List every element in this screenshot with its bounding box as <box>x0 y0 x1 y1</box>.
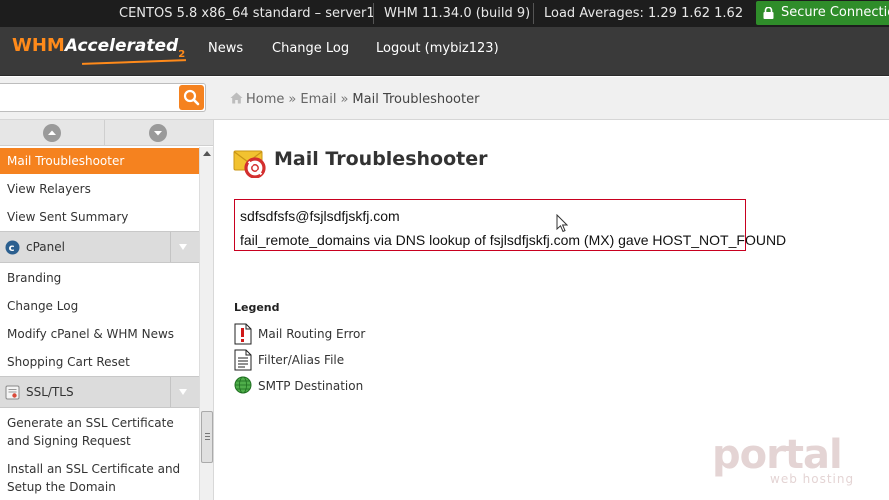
lock-icon <box>763 7 774 19</box>
result-message: fail_remote_domains via DNS lookup of fs… <box>240 232 787 248</box>
logo-whm-text: WHM <box>12 35 65 56</box>
legend-label: SMTP Destination <box>258 379 364 393</box>
sidebar-scroll-controls <box>0 120 213 146</box>
sidebar-item-shopping-cart-reset[interactable]: Shopping Cart Reset <box>0 349 199 375</box>
sidebar-group-cpanel[interactable]: c cPanel <box>0 231 199 263</box>
breadcrumb-separator: » <box>340 92 349 107</box>
group-label-ssl-tls: SSL/TLS <box>26 385 74 399</box>
cpanel-icon: c <box>5 240 20 255</box>
search-icon <box>183 89 200 106</box>
search-input[interactable] <box>0 84 175 111</box>
legend-label: Mail Routing Error <box>258 327 366 341</box>
chevron-down-icon <box>170 377 194 407</box>
group-label-cpanel: cPanel <box>26 240 65 254</box>
globe-icon <box>234 376 252 394</box>
sidebar-scroll-down-button[interactable] <box>105 120 209 146</box>
sidebar-item-generate-ssl[interactable]: Generate an SSL Certificate and Signing … <box>0 414 199 450</box>
sidebar-group-ssl-tls[interactable]: SSL/TLS <box>0 376 199 408</box>
sidebar-scroll-up-button[interactable] <box>0 120 104 146</box>
sidebar-item-view-relayers[interactable]: View Relayers <box>0 176 199 202</box>
mouse-cursor-icon <box>556 214 568 233</box>
nav-news[interactable]: News <box>208 27 243 76</box>
mail-routing-error-icon <box>234 323 252 345</box>
sidebar-item-branding[interactable]: Branding <box>0 265 199 291</box>
arrow-up-icon <box>43 124 61 142</box>
server-info: CENTOS 5.8 x86_64 standard – server1 <box>119 6 375 21</box>
mail-troubleshooter-icon <box>233 150 266 178</box>
nav-logout[interactable]: Logout (mybiz123) <box>376 27 499 76</box>
sidebar: Mail Troubleshooter View Relayers View S… <box>0 120 214 500</box>
scroll-up-arrow-icon[interactable] <box>203 151 211 156</box>
breadcrumb-current: Mail Troubleshooter <box>352 92 480 107</box>
secure-label: Secure Connection <box>781 5 889 20</box>
whm-logo[interactable]: WHMAccelerated2 <box>12 35 187 69</box>
arrow-down-icon <box>149 124 167 142</box>
breadcrumb-separator: » <box>288 92 297 107</box>
status-bar: CENTOS 5.8 x86_64 standard – server1 WHM… <box>0 0 889 27</box>
sidebar-item-mail-troubleshooter[interactable]: Mail Troubleshooter <box>0 148 199 174</box>
sidebar-item-modify-news[interactable]: Modify cPanel & WHM News <box>0 321 199 347</box>
portal-watermark: portal web hosting <box>712 432 862 492</box>
page-title: Mail Troubleshooter <box>274 148 488 170</box>
breadcrumb-home[interactable]: Home <box>246 92 284 107</box>
ssl-certificate-icon <box>5 385 20 400</box>
breadcrumb-email[interactable]: Email <box>300 92 336 107</box>
main-header: WHMAccelerated2 News Change Log Logout (… <box>0 27 889 76</box>
svg-text:c: c <box>9 243 15 254</box>
legend-title: Legend <box>234 301 280 314</box>
logo-accelerated-text: Accelerated <box>64 36 179 56</box>
nav-change-log[interactable]: Change Log <box>272 27 349 76</box>
legend-label: Filter/Alias File <box>258 353 345 367</box>
result-address: sdfsdfsfs@fsjlsdfjskfj.com <box>240 208 400 224</box>
sidebar-item-install-ssl[interactable]: Install an SSL Certificate and Setup the… <box>0 460 199 496</box>
sidebar-item-view-sent-summary[interactable]: View Sent Summary <box>0 204 199 230</box>
file-icon <box>234 349 252 371</box>
sidebar-item-change-log[interactable]: Change Log <box>0 293 199 319</box>
chevron-down-icon <box>170 232 194 262</box>
sidebar-scroll-thumb[interactable] <box>201 411 213 463</box>
search-box <box>0 83 206 112</box>
watermark-subtitle: web hosting <box>770 472 855 486</box>
logo-swoosh <box>81 59 187 65</box>
sub-bar: Home» Email» Mail Troubleshooter <box>0 77 889 120</box>
search-button[interactable] <box>179 85 204 110</box>
home-icon <box>230 92 243 104</box>
breadcrumb: Home» Email» Mail Troubleshooter <box>230 77 479 120</box>
whm-version: WHM 11.34.0 (build 9) <box>384 6 531 21</box>
load-averages: Load Averages: 1.29 1.62 1.62 <box>544 6 744 21</box>
sidebar-scrollbar[interactable] <box>199 147 213 500</box>
secure-connection-badge: Secure Connection <box>756 1 889 25</box>
troubleshoot-result-box: sdfsdfsfs@fsjlsdfjskfj.com fail_remote_d… <box>234 199 787 251</box>
